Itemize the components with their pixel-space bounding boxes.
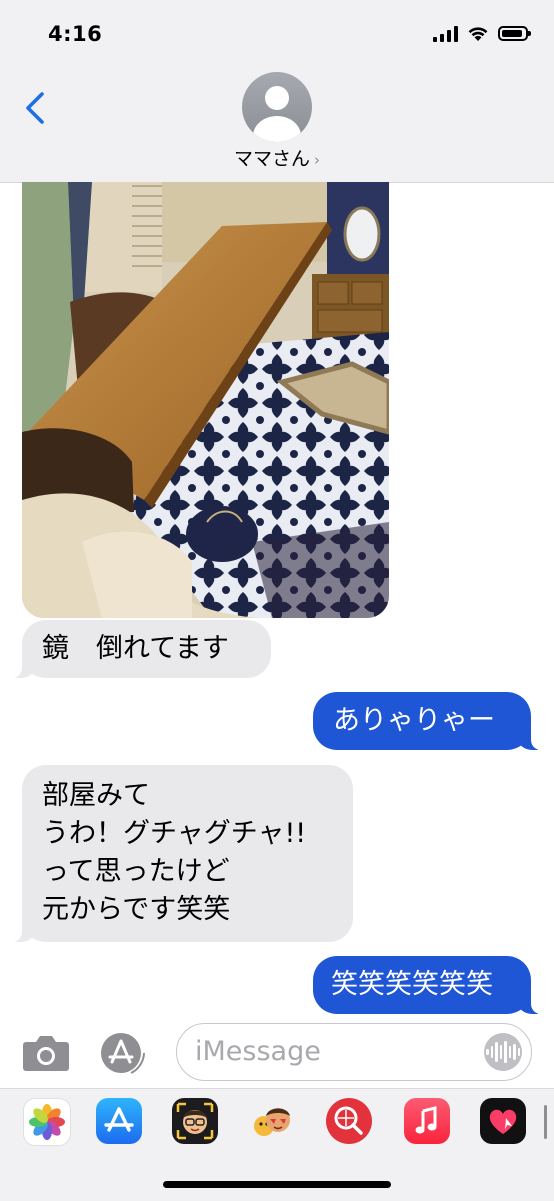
app-store-icon[interactable] (96, 1098, 142, 1144)
message-input[interactable]: iMessage (176, 1023, 532, 1081)
message-text: ありゃりゃー (333, 705, 495, 736)
message-text: 笑笑笑笑笑笑 (331, 969, 493, 1000)
animoji-icon[interactable] (250, 1098, 296, 1144)
memoji-icon[interactable] (172, 1098, 218, 1144)
music-icon[interactable] (404, 1098, 450, 1144)
app-store-button-icon[interactable] (100, 1032, 150, 1074)
chevron-right-icon: › (314, 151, 320, 169)
home-indicator[interactable] (163, 1181, 391, 1188)
message-text: 鏡 倒れてます (42, 633, 229, 664)
message-input-placeholder: iMessage (195, 1036, 321, 1067)
incoming-message-bubble[interactable]: 鏡 倒れてます (10, 620, 271, 678)
contact-name-button[interactable]: ママさん › (0, 144, 554, 171)
incoming-message-bubble[interactable]: 部屋みて うわ！グチャグチャ!! って思ったけど 元からです笑笑 (10, 765, 353, 942)
battery-icon (498, 26, 531, 41)
photos-icon[interactable] (23, 1098, 71, 1146)
contact-name: ママさん (233, 148, 310, 170)
status-icons (433, 25, 531, 42)
cellular-signal-icon (433, 25, 458, 42)
status-time: 4:16 (48, 22, 103, 46)
contact-avatar[interactable] (242, 72, 312, 142)
outgoing-message-bubble[interactable]: 笑笑笑笑笑笑 (313, 956, 543, 1014)
conversation-header: 4:16 ママさん › (0, 0, 554, 183)
digital-touch-icon[interactable] (480, 1098, 526, 1144)
message-text: 部屋みて うわ！グチャグチャ!! って思ったけど 元からです笑笑 (42, 780, 307, 925)
room-photo (22, 182, 389, 618)
message-photo[interactable] (22, 182, 389, 618)
scroll-indicator (544, 1105, 547, 1139)
camera-icon[interactable] (22, 1032, 70, 1072)
wifi-icon (468, 27, 488, 41)
back-chevron-icon[interactable] (18, 86, 58, 130)
image-search-icon[interactable] (326, 1098, 372, 1144)
audio-message-icon[interactable] (484, 1033, 522, 1071)
outgoing-message-bubble[interactable]: ありゃりゃー (313, 692, 543, 750)
